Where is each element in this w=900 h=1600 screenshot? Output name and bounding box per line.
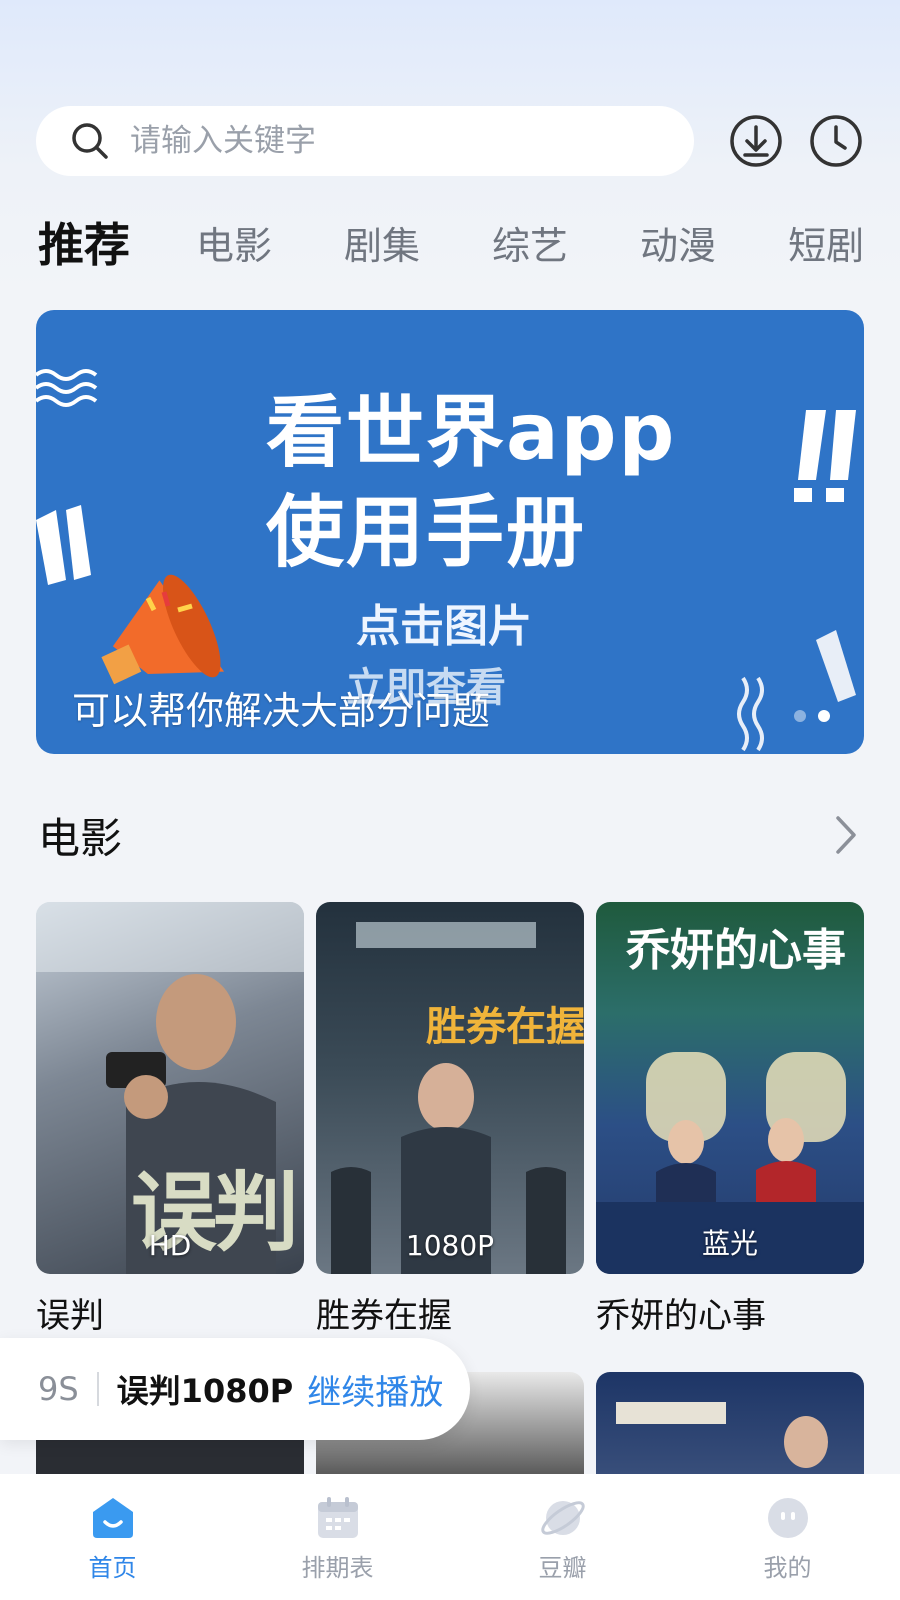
download-icon[interactable]: [728, 113, 784, 169]
carousel-dot[interactable]: [794, 710, 806, 722]
movie-poster[interactable]: 胜券在握 1080P: [316, 902, 584, 1274]
nav-label: 首页: [88, 1554, 137, 1582]
quality-badge: HD: [148, 1229, 192, 1262]
profile-icon: [767, 1498, 808, 1538]
continue-watching-bar[interactable]: 9S 误判1080P 继续播放: [0, 1338, 470, 1440]
calendar-icon: [317, 1497, 358, 1538]
poster-art: [616, 1402, 828, 1468]
bottom-nav: 首页 排期表 豆瓣 我的: [0, 1474, 900, 1600]
tab-movie[interactable]: 电影: [196, 215, 272, 270]
tab-short-drama[interactable]: 短剧: [788, 215, 864, 270]
tab-recommend[interactable]: 推荐: [38, 209, 130, 275]
movie-card[interactable]: 胜券在握 1080P 胜券在握: [316, 902, 584, 1337]
tab-series[interactable]: 剧集: [344, 215, 420, 270]
movie-poster[interactable]: 误判 HD: [36, 902, 304, 1274]
carousel-dot-active[interactable]: [818, 710, 830, 722]
banner-carousel[interactable]: 看世界app 使用手册 点击图片 立即查看 可以帮你解决大部分问题: [36, 310, 864, 754]
banner-subtitle-line1: 点击图片: [356, 601, 532, 652]
quality-badge: 蓝光: [701, 1227, 758, 1260]
movie-poster-partial[interactable]: [596, 1372, 864, 1474]
nav-schedule[interactable]: 排期表: [225, 1474, 450, 1600]
banner-title-line1: 看世界app: [266, 388, 677, 478]
chevron-right-icon[interactable]: [830, 810, 860, 860]
watch-progress-time: 9S: [38, 1370, 79, 1408]
banner-title-line2: 使用手册: [266, 488, 587, 578]
nav-label: 我的: [763, 1554, 812, 1582]
nav-label: 排期表: [301, 1554, 374, 1582]
movie-card[interactable]: 乔妍的心事 蓝光 乔妍的心事: [596, 902, 864, 1337]
divider: [96, 1372, 99, 1406]
nav-douban[interactable]: 豆瓣: [450, 1474, 675, 1600]
search-input[interactable]: [128, 122, 652, 160]
carousel-indicator: [794, 710, 830, 722]
search-bar[interactable]: [36, 106, 694, 176]
history-icon[interactable]: [808, 113, 864, 169]
section-title-movies: 电影: [38, 814, 123, 863]
nav-profile[interactable]: 我的: [675, 1474, 900, 1600]
continue-title: 误判1080P: [116, 1372, 294, 1410]
search-icon: [72, 123, 108, 159]
movie-title[interactable]: 误判: [36, 1288, 304, 1337]
movie-title[interactable]: 乔妍的心事: [596, 1288, 864, 1337]
quality-badge: 1080P: [405, 1229, 495, 1262]
nav-home[interactable]: 首页: [0, 1474, 225, 1600]
poster-title-art: 胜券在握: [426, 1004, 584, 1050]
movie-poster[interactable]: 乔妍的心事 蓝光: [596, 902, 864, 1274]
continue-play-button[interactable]: 继续播放: [307, 1365, 443, 1414]
category-tabs: 推荐 电影 剧集 综艺 动漫 短剧: [38, 212, 900, 272]
banner-caption: 可以帮你解决大部分问题: [72, 689, 491, 733]
nav-label: 豆瓣: [538, 1554, 587, 1582]
movie-card[interactable]: 误判 HD 误判: [36, 902, 304, 1337]
poster-title-art: 乔妍的心事: [626, 925, 846, 976]
tab-anime[interactable]: 动漫: [640, 215, 716, 270]
tab-variety[interactable]: 综艺: [492, 215, 568, 270]
home-icon: [92, 1498, 133, 1538]
movie-title[interactable]: 胜券在握: [316, 1288, 584, 1337]
poster-art: [331, 922, 566, 1274]
planet-icon: [540, 1501, 585, 1535]
